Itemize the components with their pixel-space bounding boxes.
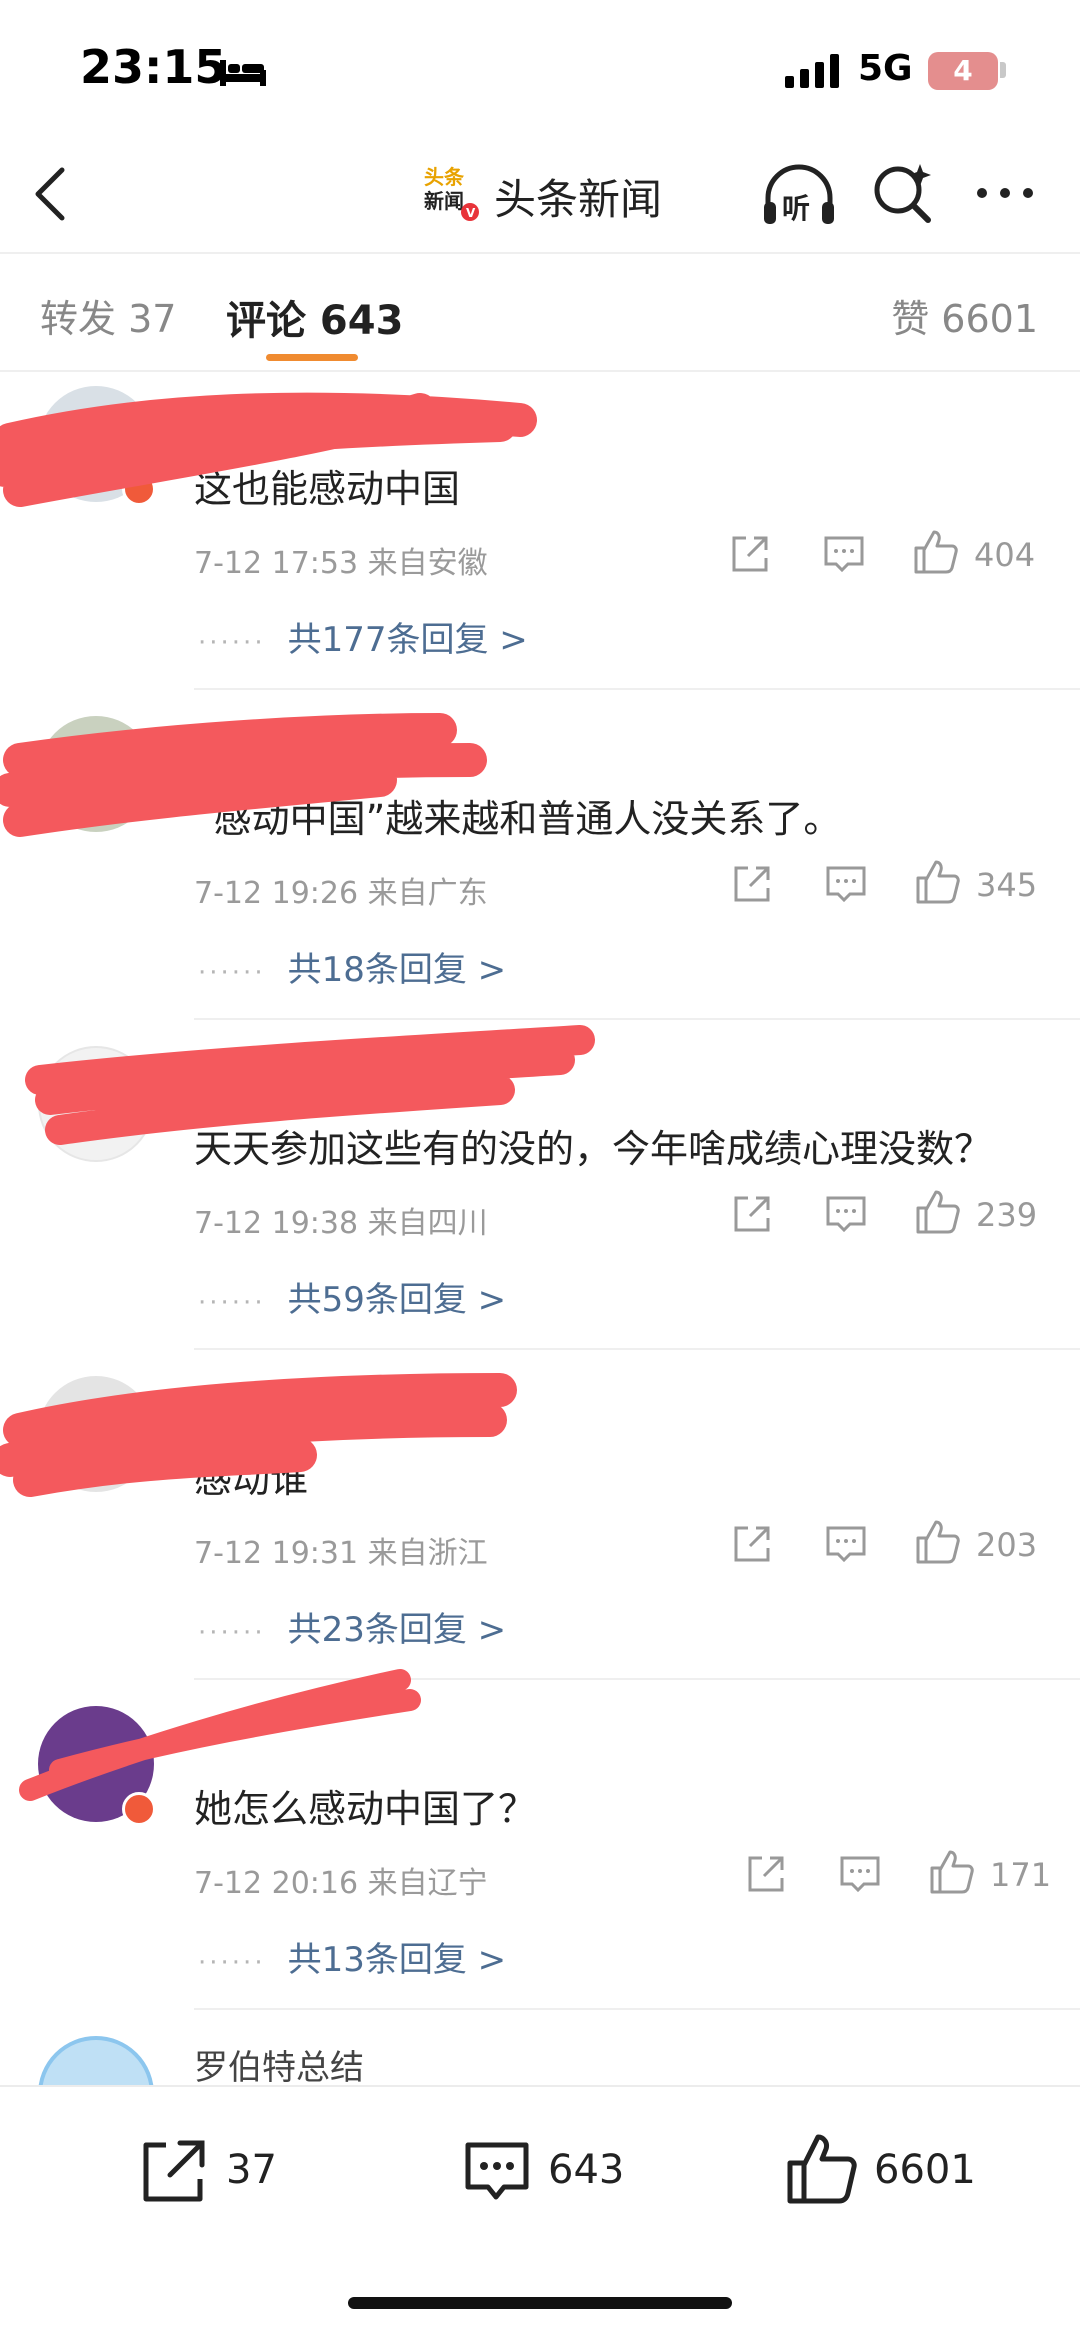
reply-thread-link[interactable]: ······ 共23条回复 > xyxy=(198,1602,506,1651)
comment-item: 罗伯特总结 xyxy=(0,2022,1080,2085)
signal-icon xyxy=(785,54,839,88)
verified-badge-icon xyxy=(122,472,156,506)
comment-divider xyxy=(194,1348,1080,1350)
reply-icon[interactable] xyxy=(822,532,866,576)
like-count[interactable]: 6601 xyxy=(874,2147,976,2193)
reply-dots: ······ xyxy=(198,1288,266,1318)
comment-item: 这也能感动中国 7-12 17:53 来自安徽 404 ······ 共177条回… xyxy=(0,372,1080,702)
comment-count[interactable]: 643 xyxy=(548,2147,624,2193)
home-indicator[interactable] xyxy=(348,2297,732,2309)
reply-dots: ······ xyxy=(198,1948,266,1978)
like-icon[interactable] xyxy=(914,1518,962,1566)
battery-tip xyxy=(1000,62,1006,78)
reply-thread-link[interactable]: ······ 共18条回复 > xyxy=(198,942,506,991)
bed-icon xyxy=(220,60,266,86)
comment-icon[interactable] xyxy=(460,2135,534,2209)
reply-count-label: 共23条回复 > xyxy=(287,1610,507,1650)
page-title: 头条新闻 xyxy=(494,175,663,224)
comment-divider xyxy=(194,2008,1080,2010)
listen-label: 听 xyxy=(782,192,810,225)
comment-text: 天天参加这些有的没的，今年啥成绩心理没数？ xyxy=(194,1127,993,1171)
like-count: 404 xyxy=(974,536,1036,574)
tab-active-indicator xyxy=(266,354,358,361)
like-count: 239 xyxy=(976,1196,1038,1234)
reply-icon[interactable] xyxy=(824,1192,868,1236)
comment-text: 感动谁 xyxy=(194,1457,309,1501)
tabs: 转发 37 评论 643 赞 6601 xyxy=(0,254,1080,370)
logo-text-bottom: 新闻 xyxy=(424,189,464,213)
back-icon[interactable] xyxy=(26,162,76,226)
reply-thread-link[interactable]: ······ 共13条回复 > xyxy=(198,1932,506,1981)
comment-meta: 7-12 19:26 来自广东 xyxy=(194,876,488,911)
reply-icon[interactable] xyxy=(824,1522,868,1566)
search-icon[interactable] xyxy=(870,160,936,226)
avatar[interactable] xyxy=(38,2036,154,2085)
battery-indicator: 4 xyxy=(928,52,998,90)
like-count: 171 xyxy=(990,1856,1052,1894)
comment-divider xyxy=(194,1678,1080,1680)
more-icon[interactable] xyxy=(972,178,1038,208)
svg-text:V: V xyxy=(466,206,476,220)
tab-like[interactable]: 赞 6601 xyxy=(891,288,1038,343)
avatar[interactable] xyxy=(38,1376,154,1492)
comment-item: 感动谁 7-12 19:31 来自浙江 203 ······ 共23条回复 > xyxy=(0,1362,1080,1692)
share-icon[interactable] xyxy=(136,2137,210,2207)
like-count: 203 xyxy=(976,1526,1038,1564)
comment-item: 天天参加这些有的没的，今年啥成绩心理没数？ 7-12 19:38 来自四川 23… xyxy=(0,1032,1080,1362)
nav-bar: 头条 新闻 V 头条新闻 听 xyxy=(0,140,1080,250)
reply-count-label: 共18条回复 > xyxy=(287,950,507,990)
status-time: 23:15 xyxy=(80,40,227,94)
comment-text: “感动中国”越来越和普通人没关系了。 xyxy=(194,797,842,841)
comment-username[interactable]: 罗伯特总结 xyxy=(194,2040,364,2085)
logo-text-top: 头条 xyxy=(424,165,465,189)
comment-item: “感动中国”越来越和普通人没关系了。 7-12 19:26 来自广东 345 ·… xyxy=(0,702,1080,1032)
comment-meta: 7-12 17:53 来自安徽 xyxy=(194,546,488,581)
comment-divider xyxy=(194,1018,1080,1020)
reply-dots: ······ xyxy=(198,628,266,658)
verified-badge-icon xyxy=(122,1792,156,1826)
like-icon[interactable] xyxy=(912,528,960,576)
bottom-action-bar: 37 643 6601 xyxy=(0,2085,1080,2337)
tab-repost[interactable]: 转发 37 xyxy=(40,288,176,343)
toutiao-logo-icon: 头条 新闻 V xyxy=(420,160,482,222)
share-count[interactable]: 37 xyxy=(226,2147,277,2193)
reply-count-label: 共177条回复 > xyxy=(287,620,528,660)
like-icon[interactable] xyxy=(914,1188,962,1236)
reply-thread-link[interactable]: ······ 共177条回复 > xyxy=(198,612,528,661)
listen-icon[interactable]: 听 xyxy=(760,162,838,232)
reply-icon[interactable] xyxy=(838,1852,882,1896)
comment-text: 她怎么感动中国了？ xyxy=(194,1787,537,1831)
like-icon[interactable] xyxy=(928,1848,976,1896)
share-icon[interactable] xyxy=(728,532,772,576)
comment-text: 这也能感动中国 xyxy=(194,467,461,511)
like-icon[interactable] xyxy=(914,858,962,906)
reply-thread-link[interactable]: ······ 共59条回复 > xyxy=(198,1272,506,1321)
share-icon[interactable] xyxy=(744,1852,788,1896)
like-icon[interactable] xyxy=(784,2131,860,2207)
reply-dots: ······ xyxy=(198,958,266,988)
reply-icon[interactable] xyxy=(824,862,868,906)
status-bar: 23:15 5G 4 xyxy=(0,0,1080,140)
reply-count-label: 共13条回复 > xyxy=(287,1940,507,1980)
comment-divider xyxy=(194,688,1080,690)
avatar[interactable] xyxy=(38,716,154,832)
share-icon[interactable] xyxy=(730,1522,774,1566)
comment-item: 她怎么感动中国了？ 7-12 20:16 来自辽宁 171 ······ 共13条… xyxy=(0,1692,1080,2022)
tab-comment[interactable]: 评论 643 xyxy=(226,288,403,346)
comment-meta: 7-12 19:31 来自浙江 xyxy=(194,1536,488,1571)
like-count: 345 xyxy=(976,866,1038,904)
network-label: 5G xyxy=(858,48,913,89)
avatar[interactable] xyxy=(38,1046,154,1162)
reply-count-label: 共59条回复 > xyxy=(287,1280,507,1320)
comment-meta: 7-12 20:16 来自辽宁 xyxy=(194,1866,488,1901)
share-icon[interactable] xyxy=(730,1192,774,1236)
reply-dots: ······ xyxy=(198,1618,266,1648)
share-icon[interactable] xyxy=(730,862,774,906)
comment-meta: 7-12 19:38 来自四川 xyxy=(194,1206,488,1241)
